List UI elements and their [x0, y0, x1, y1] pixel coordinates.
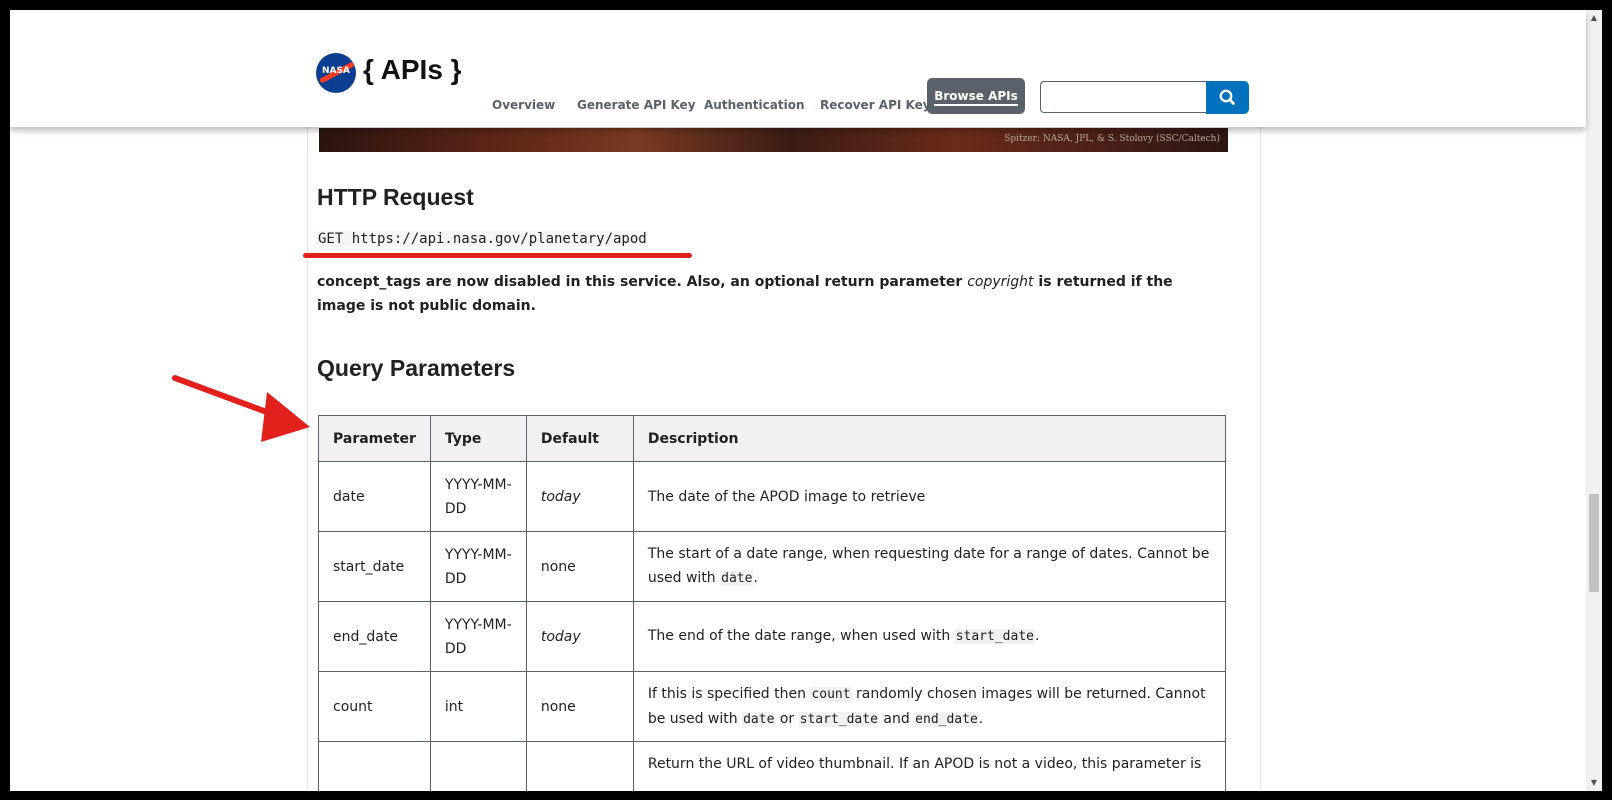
cell-default: none	[525, 531, 634, 602]
nasa-logo[interactable]: NASA	[316, 53, 356, 93]
cell-description: The date of the APOD image to retrieve	[632, 461, 1227, 532]
table-row: end_date YYYY-MM-DD today The end of the da…	[318, 601, 1227, 672]
table-row: count int none If this is specified then co…	[318, 671, 1227, 742]
inline-code: start_date	[954, 629, 1035, 644]
cell-type: YYYY-MM-DD	[429, 531, 527, 602]
nav-generate-api-key[interactable]: Generate API Key	[577, 98, 696, 112]
scroll-down-arrow-icon[interactable]: ▼	[1586, 775, 1602, 791]
nav-authentication[interactable]: Authentication	[704, 98, 805, 112]
description-text: or	[775, 710, 799, 727]
inline-code: date	[720, 571, 754, 586]
cell-default-text: today	[540, 488, 581, 505]
column-header-parameter: Parameter	[318, 415, 431, 462]
http-request-heading: HTTP Request	[317, 184, 474, 210]
scroll-up-arrow-icon[interactable]: ▲	[1586, 10, 1602, 26]
description-text: If this is specified then	[647, 685, 811, 702]
logo-text: NASA	[322, 66, 350, 76]
browser-viewport: Spitzer: NASA, JPL, & S. Stolovy (SSC/Ca…	[10, 10, 1602, 791]
cell-type	[429, 741, 527, 791]
description-text: .	[753, 570, 758, 586]
column-header-default: Default	[525, 415, 634, 462]
nav-overview[interactable]: Overview	[492, 98, 555, 112]
cell-parameter	[318, 741, 431, 791]
description-text: and	[878, 710, 915, 727]
inline-code: count	[810, 686, 852, 702]
inline-code: date	[742, 711, 776, 727]
brand-title[interactable]: { APIs }	[363, 54, 462, 86]
description-text: .	[1034, 628, 1040, 644]
cell-description: If this is specified then count randomly…	[632, 671, 1227, 742]
nav-recover-api-key[interactable]: Recover API Key	[820, 98, 931, 112]
site-header: NASA { APIs } Overview Generate API Key …	[10, 10, 1586, 127]
query-parameters-heading: Query Parameters	[317, 355, 516, 381]
cell-type: int	[429, 671, 527, 742]
table-row: start_date YYYY-MM-DD none The start of a d…	[318, 531, 1227, 602]
cell-type-text: int	[444, 698, 464, 715]
cell-type-text: YYYY-MM-DD	[444, 546, 512, 587]
description-text: The date of the APOD image to retrieve	[647, 488, 926, 505]
browse-apis-label: Browse APIs	[934, 89, 1018, 106]
cell-default-text: none	[540, 698, 576, 715]
notice-text-1: concept_tags are now disabled in this se…	[317, 274, 968, 290]
http-request-code: GET https://api.nasa.gov/planetary/apod	[317, 231, 648, 247]
cell-parameter: count	[318, 671, 431, 742]
inline-code: start_date	[798, 711, 879, 727]
cell-description: The start of a date range, when requesti…	[632, 531, 1227, 602]
annotation-arrow-icon	[172, 375, 310, 442]
cell-description: Return the URL of video thumbnail. If an…	[632, 741, 1227, 791]
hero-image-strip: Spitzer: NASA, JPL, & S. Stolovy (SSC/Ca…	[319, 128, 1228, 152]
cell-type-text: YYYY-MM-DD	[444, 476, 512, 517]
cell-default: today	[525, 601, 634, 672]
cell-default-text: today	[540, 628, 581, 645]
cell-default-text: none	[540, 558, 576, 575]
cell-parameter: date	[318, 461, 431, 532]
table-row: date YYYY-MM-DD today The date of the APOD …	[318, 461, 1227, 532]
search-button[interactable]	[1206, 81, 1249, 114]
http-request-notice: concept_tags are now disabled in this se…	[317, 270, 1217, 318]
column-header-description: Description	[632, 415, 1227, 462]
query-parameters-table: Parameter Type Default Description date Y…	[318, 415, 1227, 791]
description-text: Return the URL of video thumbnail. If an…	[647, 756, 1202, 772]
cell-description: The end of the date range, when used wit…	[632, 601, 1227, 672]
cell-parameter: end_date	[318, 601, 431, 672]
column-header-type: Type	[429, 415, 527, 462]
cell-default	[525, 741, 634, 791]
notice-copyright: copyright	[967, 274, 1034, 290]
cell-parameter-text: date	[333, 488, 365, 505]
description-text: .	[978, 710, 984, 727]
vertical-scrollbar[interactable]: ▲ ▼	[1586, 10, 1602, 791]
hero-credit: Spitzer: NASA, JPL, & S. Stolovy (SSC/Ca…	[1004, 134, 1220, 144]
cell-type: YYYY-MM-DD	[429, 601, 527, 672]
cell-type: YYYY-MM-DD	[429, 461, 527, 532]
table-body: date YYYY-MM-DD today The date of the APOD …	[318, 461, 1227, 791]
inline-code: end_date	[914, 711, 979, 727]
cell-parameter-text: start_date	[333, 558, 405, 575]
cell-default: none	[525, 671, 634, 742]
table-row: Return the URL of video thumbnail. If an…	[318, 741, 1227, 791]
cell-type-text: YYYY-MM-DD	[444, 616, 512, 657]
table-header-row: Parameter Type Default Description	[318, 415, 1227, 462]
cell-parameter-text: end_date	[333, 628, 398, 645]
search-icon	[1219, 89, 1235, 105]
browse-apis-button[interactable]: Browse APIs	[927, 78, 1025, 114]
scrollbar-thumb[interactable]	[1589, 494, 1599, 592]
cell-parameter-text: count	[333, 698, 373, 715]
search-input[interactable]	[1040, 81, 1208, 113]
annotation-underline	[303, 253, 692, 258]
cell-parameter: start_date	[318, 531, 431, 602]
cell-default: today	[525, 461, 634, 532]
description-text: The end of the date range, when used wit…	[647, 628, 955, 644]
